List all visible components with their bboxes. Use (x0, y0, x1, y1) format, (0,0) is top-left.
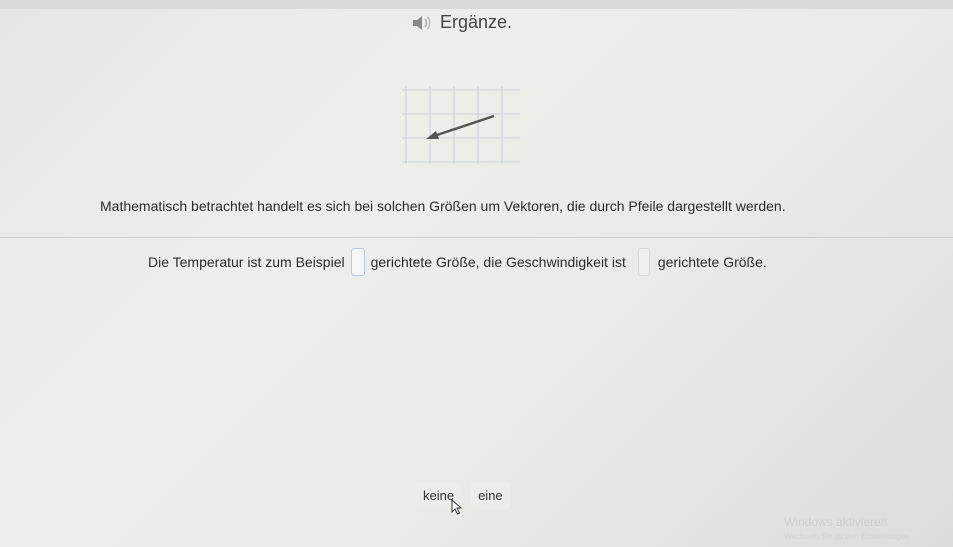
cloze-sentence: Die Temperatur ist zum Beispiel gerichte… (148, 248, 767, 276)
cloze-text-2: gerichtete Größe, die Geschwindigkeit is… (370, 254, 626, 270)
exercise-header: Ergänze. (412, 12, 512, 33)
mouse-cursor-icon (451, 498, 463, 515)
cloze-text-1: Die Temperatur ist zum Beispiel (148, 254, 345, 270)
windows-activation-subtext: Wechseln Sie zu den Einstellungen (784, 532, 910, 541)
top-bar (0, 0, 953, 9)
answer-blank-2[interactable] (637, 248, 650, 276)
cloze-text-3: gerichtete Größe. (657, 254, 767, 270)
explanation-text: Mathematisch betrachtet handelt es sich … (100, 198, 786, 214)
divider (0, 237, 953, 238)
choice-eine[interactable]: eine (471, 482, 510, 509)
vector-arrow (426, 114, 495, 139)
windows-activation-watermark: Windows aktivieren (784, 515, 888, 529)
speaker-icon[interactable] (412, 15, 432, 31)
vector-grid-figure (398, 82, 524, 166)
page-title: Ergänze. (440, 12, 513, 32)
answer-blank-1[interactable] (350, 248, 365, 276)
